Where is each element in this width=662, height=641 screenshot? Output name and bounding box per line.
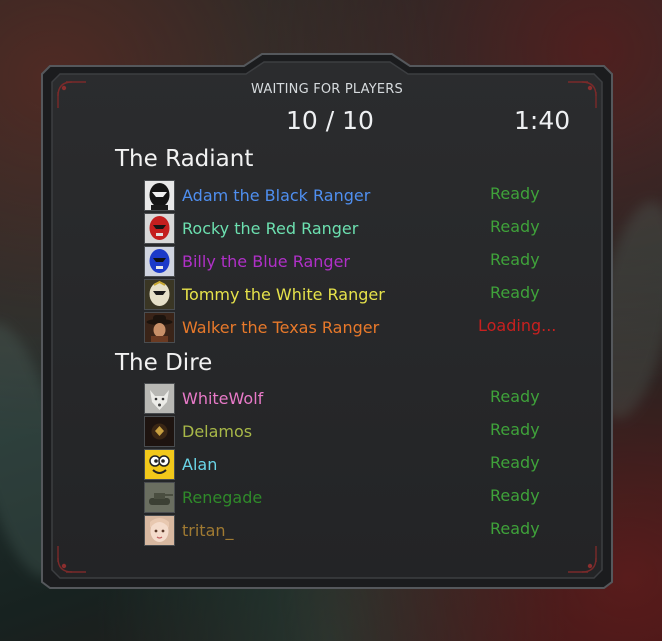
player-status: Loading... <box>478 316 557 335</box>
player-row[interactable]: Alan Ready <box>144 449 564 480</box>
player-status: Ready <box>490 250 540 269</box>
player-name: Alan <box>182 455 218 474</box>
player-status: Ready <box>490 217 540 236</box>
player-name: Billy the Blue Ranger <box>182 252 350 271</box>
waiting-for-players-label: WAITING FOR PLAYERS <box>251 82 403 97</box>
lobby-panel: WAITING FOR PLAYERS 10 / 10 1:40 The Rad… <box>36 52 618 590</box>
player-row[interactable]: Delamos Ready <box>144 416 564 447</box>
red-ranger-avatar-icon <box>144 213 175 244</box>
player-status: Ready <box>490 420 540 439</box>
cowboy-avatar-icon <box>144 312 175 343</box>
face-avatar-icon <box>144 515 175 546</box>
dark-avatar-icon <box>144 416 175 447</box>
white-ranger-avatar-icon <box>144 279 175 310</box>
player-name: Tommy the White Ranger <box>182 285 385 304</box>
player-row[interactable]: Adam the Black Ranger Ready <box>144 180 564 211</box>
player-name: Renegade <box>182 488 263 507</box>
team-title-radiant: The Radiant <box>115 146 254 172</box>
player-name: Walker the Texas Ranger <box>182 318 380 337</box>
player-status: Ready <box>490 486 540 505</box>
player-name: WhiteWolf <box>182 389 264 408</box>
player-row[interactable]: WhiteWolf Ready <box>144 383 564 414</box>
team-title-dire: The Dire <box>115 350 213 376</box>
player-status: Ready <box>490 387 540 406</box>
tank-avatar-icon <box>144 482 175 513</box>
blue-ranger-avatar-icon <box>144 246 175 277</box>
black-ranger-avatar-icon <box>144 180 175 211</box>
player-row[interactable]: Renegade Ready <box>144 482 564 513</box>
player-status: Ready <box>490 519 540 538</box>
player-row[interactable]: tritan_ Ready <box>144 515 564 546</box>
player-name: Adam the Black Ranger <box>182 186 371 205</box>
player-row[interactable]: Billy the Blue Ranger Ready <box>144 246 564 277</box>
player-name: Delamos <box>182 422 253 441</box>
cartoon-avatar-icon <box>144 449 175 480</box>
countdown-timer: 1:40 <box>514 106 571 135</box>
player-row[interactable]: Rocky the Red Ranger Ready <box>144 213 564 244</box>
player-status: Ready <box>490 283 540 302</box>
player-count: 10 / 10 <box>286 106 374 135</box>
player-row[interactable]: Tommy the White Ranger Ready <box>144 279 564 310</box>
player-status: Ready <box>490 453 540 472</box>
player-row[interactable]: Walker the Texas Ranger Loading... <box>144 312 564 343</box>
player-name: tritan_ <box>182 521 234 540</box>
player-status: Ready <box>490 184 540 203</box>
wolf-avatar-icon <box>144 383 175 414</box>
player-name: Rocky the Red Ranger <box>182 219 359 238</box>
